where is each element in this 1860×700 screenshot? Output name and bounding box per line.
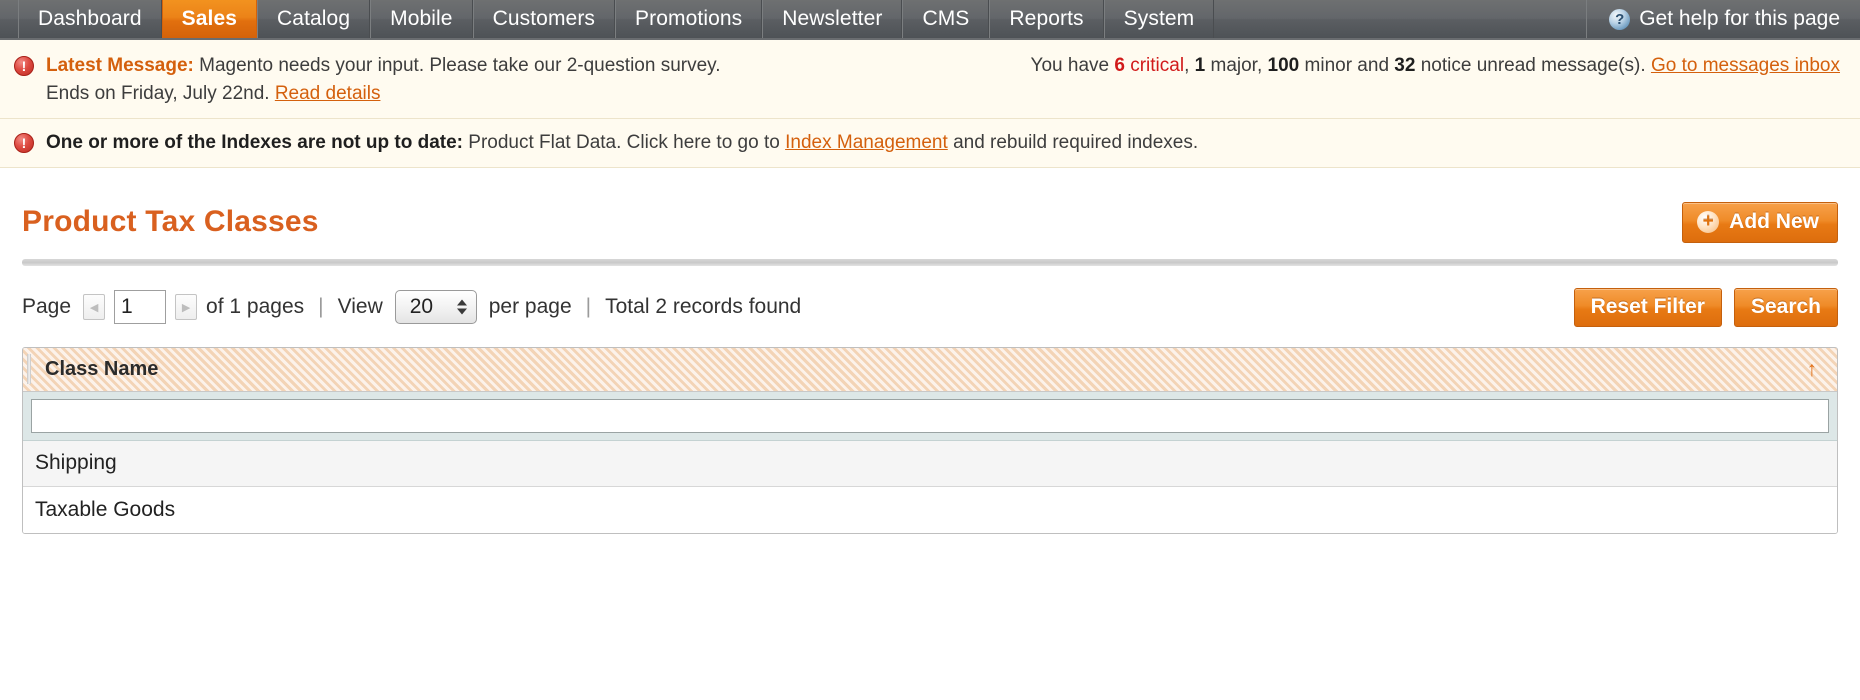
latest-message-text: Magento needs your input. Please take ou… [199, 55, 721, 76]
product-tax-classes-grid: Class Name ↑ Shipping Taxable Goods [22, 346, 1838, 534]
nav-item-label: Dashboard [38, 7, 142, 30]
latest-message-label: Latest Message: [46, 55, 194, 76]
header-divider [22, 258, 1838, 266]
plus-circle-icon: + [1697, 210, 1720, 233]
cell-class-name: Taxable Goods [35, 497, 176, 521]
major-count: 1 [1194, 55, 1206, 76]
index-warning-banner: ! One or more of the Indexes are not up … [0, 119, 1860, 168]
major-word: major, [1210, 55, 1263, 76]
nav-item-reports[interactable]: Reports [989, 0, 1104, 38]
notice-word: notice unread message(s). [1420, 55, 1646, 76]
main-navigation-bar: Dashboard Sales Catalog Mobile Customers… [0, 0, 1860, 40]
select-stepper-arrows-icon [456, 299, 467, 315]
table-row[interactable]: Taxable Goods [23, 486, 1837, 533]
counts-comma: , [1184, 55, 1190, 76]
nav-item-label: Sales [181, 7, 238, 30]
nav-item-label: CMS [922, 7, 970, 30]
pager-action-buttons: Reset Filter Search [1573, 287, 1838, 327]
question-mark-circle-icon: ? [1609, 8, 1631, 30]
latest-message-text-line2: Ends on Friday, July 22nd. [46, 82, 270, 104]
nav-item-label: Mobile [390, 7, 453, 30]
minor-count: 100 [1267, 55, 1300, 76]
grid-pager-toolbar: Page ◀ ▶ of 1 pages | View 20 per page |… [22, 287, 1838, 327]
nav-item-system[interactable]: System [1103, 0, 1215, 38]
index-warning-text: One or more of the Indexes are not up to… [46, 129, 1840, 157]
nav-item-label: System [1123, 7, 1195, 30]
index-warning-detail: Product Flat Data. Click here to go to [468, 132, 780, 154]
pager-separator-1: | [318, 295, 324, 319]
nav-item-label: Customers [492, 7, 596, 30]
total-records-label: Total 2 records found [605, 295, 802, 319]
error-circle-icon: ! [14, 133, 34, 154]
nav-item-promotions[interactable]: Promotions [615, 0, 763, 38]
page-header: Product Tax Classes + Add New [22, 168, 1838, 259]
per-page-label: per page [488, 295, 572, 319]
notice-count: 32 [1394, 55, 1416, 76]
add-new-button[interactable]: + Add New [1682, 201, 1838, 243]
get-help-link[interactable]: ? Get help for this page [1586, 0, 1860, 38]
grid-filter-row [23, 391, 1837, 441]
page-content: Product Tax Classes + Add New Page ◀ ▶ o… [0, 168, 1860, 534]
nav-item-newsletter[interactable]: Newsletter [762, 0, 903, 38]
nav-item-label: Newsletter [782, 7, 883, 30]
add-new-label: Add New [1729, 209, 1819, 233]
page-title: Product Tax Classes [22, 205, 319, 239]
grid-column-header-class-name[interactable]: Class Name ↑ [23, 347, 1837, 392]
nav-item-label: Promotions [635, 7, 743, 30]
latest-message-banner: ! Latest Message: Magento needs your inp… [0, 40, 1860, 120]
nav-item-label: Reports [1009, 7, 1084, 30]
nav-item-mobile[interactable]: Mobile [370, 0, 473, 38]
per-page-selected-value: 20 [409, 295, 434, 319]
of-pages-label: of 1 pages [206, 295, 305, 319]
get-help-label: Get help for this page [1639, 7, 1840, 30]
latest-message-second-line: Ends on Friday, July 22nd. Read details [46, 80, 1840, 108]
index-warning-suffix: and rebuild required indexes. [953, 132, 1199, 154]
table-row[interactable]: Shipping [23, 440, 1837, 487]
error-circle-icon: ! [14, 56, 34, 76]
read-details-link[interactable]: Read details [275, 83, 381, 104]
per-page-select[interactable]: 20 [394, 290, 477, 325]
unread-message-counts: You have 6 critical, 1 major, 100 minor … [1001, 52, 1840, 80]
reset-filter-button[interactable]: Reset Filter [1573, 287, 1722, 327]
index-warning-label: One or more of the Indexes are not up to… [46, 132, 463, 154]
nav-item-label: Catalog [277, 7, 351, 30]
nav-item-customers[interactable]: Customers [472, 0, 616, 38]
nav-item-cms[interactable]: CMS [902, 0, 990, 38]
index-management-link[interactable]: Index Management [785, 132, 948, 153]
nav-item-dashboard[interactable]: Dashboard [18, 0, 162, 38]
critical-count: 6 [1114, 55, 1125, 76]
go-to-messages-inbox-link[interactable]: Go to messages inbox [1651, 55, 1840, 76]
counts-prefix: You have [1030, 55, 1110, 76]
search-button[interactable]: Search [1733, 287, 1838, 327]
column-header-label: Class Name [45, 357, 159, 380]
page-number-input[interactable] [114, 290, 167, 325]
chevron-right-icon[interactable]: ▶ [175, 294, 198, 321]
class-name-filter-input[interactable] [31, 398, 1829, 433]
nav-item-catalog[interactable]: Catalog [257, 0, 371, 38]
chevron-left-icon[interactable]: ◀ [83, 294, 106, 321]
critical-word: critical [1130, 55, 1185, 76]
pager-separator-2: | [585, 295, 592, 319]
nav-item-sales[interactable]: Sales [161, 0, 258, 38]
minor-word: minor and [1304, 55, 1390, 76]
page-label: Page [22, 295, 72, 319]
sort-ascending-arrow-icon: ↑ [1806, 357, 1818, 381]
column-resize-handle[interactable] [27, 354, 31, 385]
cell-class-name: Shipping [35, 451, 117, 475]
nav-left-spacer [0, 0, 18, 38]
view-label: View [337, 295, 383, 319]
